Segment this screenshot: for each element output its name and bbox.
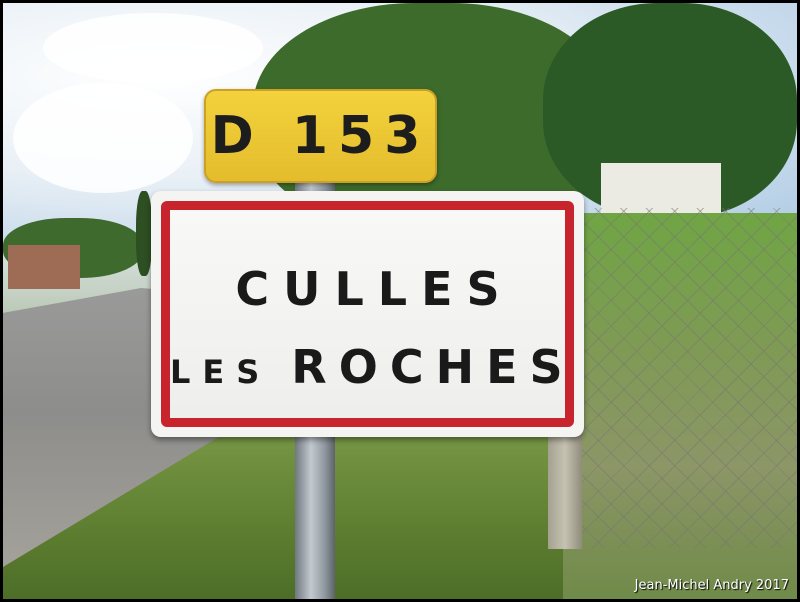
cloud — [43, 13, 263, 83]
town-name-line2: LES ROCHES — [170, 340, 565, 394]
sign-red-border: CULLES LES ROCHES — [161, 201, 574, 427]
photograph: D 153 CULLES LES ROCHES Jean-Michel Andry… — [3, 3, 797, 599]
town-name-prefix: LES — [170, 353, 272, 391]
town-name-line1: CULLES — [235, 262, 514, 316]
cloud — [13, 83, 193, 193]
town-name-main: ROCHES — [291, 340, 575, 394]
house — [8, 245, 80, 289]
photo-frame: D 153 CULLES LES ROCHES Jean-Michel Andry… — [0, 0, 800, 602]
route-number: D 153 — [210, 106, 431, 166]
cypress-tree — [136, 191, 152, 276]
wire-fence — [578, 208, 797, 548]
route-number-sign: D 153 — [204, 89, 437, 183]
town-entry-sign: CULLES LES ROCHES — [151, 191, 584, 437]
photo-credit: Jean-Michel Andry 2017 — [634, 578, 789, 593]
